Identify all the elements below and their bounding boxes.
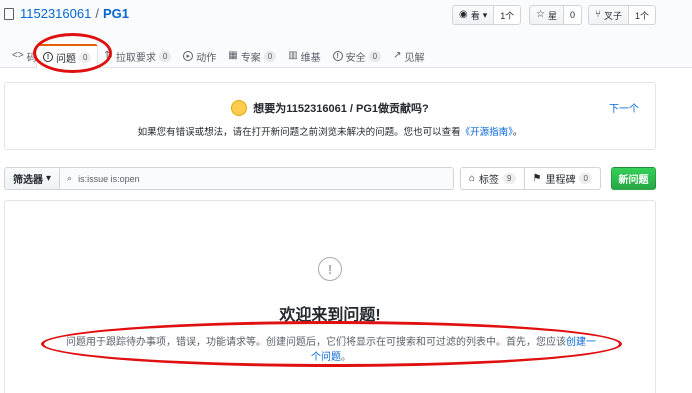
book-icon: ▥ (288, 50, 298, 61)
open-source-guide-link[interactable]: 《开源指南》 (461, 127, 513, 138)
tab-projects[interactable]: ▦ 专案 0 (222, 44, 282, 68)
contribute-title-text: 想要为1152316061 / PG1做贡献吗? (253, 103, 429, 115)
watch-button[interactable]: ◉ 看 ▾ (452, 5, 495, 25)
filters-dropdown[interactable]: 筛选器 ▾ (4, 167, 61, 190)
blankslate-desc: 问题用于跟踪待办事项，错误，功能请求等。创建问题后，它们将显示在可搜索和可过滤的… (65, 335, 597, 365)
issues-search-input[interactable]: ⌕ is:issue is:open (60, 167, 455, 190)
repo-name-link[interactable]: PG1 (103, 6, 129, 21)
repo-header: 1152316061 / PG1 ◉ 看 ▾ 1个 ☆ 星 0 ⑂ 叉子 1个 … (0, 0, 692, 68)
tag-icon: ⌂ (469, 173, 476, 184)
fork-icon: ⑂ (595, 9, 601, 20)
new-issue-button[interactable]: 新问题 (611, 167, 656, 190)
fork-action: ⑂ 叉子 1个 (588, 5, 657, 25)
issues-blankslate: ! 欢迎来到问题! 问题用于跟踪待办事项，错误，功能请求等。创建问题后，它们将显… (4, 200, 656, 393)
chevron-down-icon: ▾ (482, 9, 488, 20)
milestones-button[interactable]: ⚑ 里程碑 0 (524, 167, 601, 190)
tab-issues[interactable]: ! 问题 0 (36, 44, 99, 68)
star-count[interactable]: 0 (563, 5, 582, 25)
watch-action: ◉ 看 ▾ 1个 (452, 5, 522, 25)
contribute-desc-text: 如果您有错误或想法，请在打开新问题之前浏览未解决的问题。您也可以查看 (137, 127, 461, 138)
tab-wiki[interactable]: ▥ 维基 (282, 44, 326, 68)
tab-issues-count: 0 (79, 51, 92, 63)
tab-pulls-label: 拉取要求 (115, 52, 156, 64)
tab-code-label: 码 (26, 52, 36, 64)
wave-hand-icon (231, 100, 248, 116)
tab-insights[interactable]: ↗ 见解 (387, 44, 430, 68)
code-icon: <> (12, 50, 24, 61)
tab-security-count: 0 (368, 50, 382, 62)
tab-security[interactable]: ! 安全 0 (327, 44, 387, 68)
star-button[interactable]: ☆ 星 (529, 5, 564, 25)
contribute-desc-suffix: 。 (512, 127, 523, 138)
tab-code[interactable]: <> 码 (0, 44, 36, 68)
shield-icon: ! (332, 51, 343, 61)
filter-bar: 筛选器 ▾ ⌕ is:issue is:open (4, 167, 455, 190)
labels-label: 标签 (479, 175, 500, 186)
star-icon: ☆ (536, 9, 545, 20)
chevron-down-icon: ▾ (46, 173, 52, 184)
blankslate-title: 欢迎来到问题! (279, 307, 381, 324)
star-label: 星 (547, 10, 557, 21)
star-action: ☆ 星 0 (529, 5, 582, 25)
contribute-title: 想要为1152316061 / PG1做贡献吗? (5, 100, 655, 116)
watch-label: 看 (470, 10, 480, 21)
fork-label: 叉子 (604, 10, 623, 21)
fork-button[interactable]: ⑂ 叉子 (588, 5, 630, 25)
repo-owner-link[interactable]: 1152316061 (20, 6, 91, 21)
milestones-label: 里程碑 (545, 175, 576, 186)
tab-wiki-label: 维基 (300, 52, 321, 64)
tab-projects-count: 0 (263, 50, 277, 62)
git-pull-request-icon: ⇅ (104, 50, 113, 61)
contribute-banner: 想要为1152316061 / PG1做贡献吗? 如果您有错误或想法，请在打开新… (4, 82, 656, 150)
tab-actions[interactable]: ▸ 动作 (177, 44, 222, 68)
filters-label: 筛选器 (13, 175, 43, 186)
contribute-desc: 如果您有错误或想法，请在打开新问题之前浏览未解决的问题。您也可以查看《开源指南》… (5, 124, 655, 138)
tab-insights-label: 见解 (404, 52, 425, 64)
tab-pull-requests[interactable]: ⇅ 拉取要求 0 (98, 44, 177, 68)
eye-icon: ◉ (459, 9, 468, 20)
dismiss-next-link[interactable]: 下一个 (609, 100, 639, 115)
tab-actions-label: 动作 (196, 52, 217, 64)
milestones-count: 0 (579, 173, 592, 184)
search-value: is:issue is:open (78, 173, 140, 184)
issue-opened-icon: ! (43, 52, 53, 62)
fork-count[interactable]: 1个 (629, 5, 657, 25)
search-icon: ⌕ (67, 173, 73, 183)
book-icon (4, 7, 14, 20)
project-icon: ▦ (228, 50, 238, 61)
milestone-icon: ⚑ (532, 173, 542, 184)
tab-pulls-count: 0 (158, 50, 172, 62)
watch-count[interactable]: 1个 (494, 5, 522, 25)
tab-security-label: 安全 (345, 52, 366, 64)
labels-count: 9 (503, 173, 516, 184)
graph-icon: ↗ (393, 50, 402, 61)
labels-milestones-group: ⌂ 标签 9 ⚑ 里程碑 0 (460, 167, 601, 190)
labels-button[interactable]: ⌂ 标签 9 (460, 167, 525, 190)
tab-issues-label: 问题 (56, 53, 76, 65)
blankslate-desc-suffix: 。 (341, 352, 351, 363)
play-icon: ▸ (183, 51, 194, 61)
issue-opened-icon: ! (318, 257, 342, 281)
blankslate-desc-text: 问题用于跟踪待办事项，错误，功能请求等。创建问题后，它们将显示在可搜索和可过滤的… (66, 337, 566, 348)
repo-nav: <> 码 ! 问题 0 ⇅ 拉取要求 0 ▸ 动作 ▦ 专案 0 ▥ 维基 ! … (0, 44, 431, 68)
repo-title: 1152316061 / PG1 (4, 6, 129, 21)
tab-projects-label: 专案 (240, 52, 261, 64)
repo-separator: / (95, 6, 99, 21)
